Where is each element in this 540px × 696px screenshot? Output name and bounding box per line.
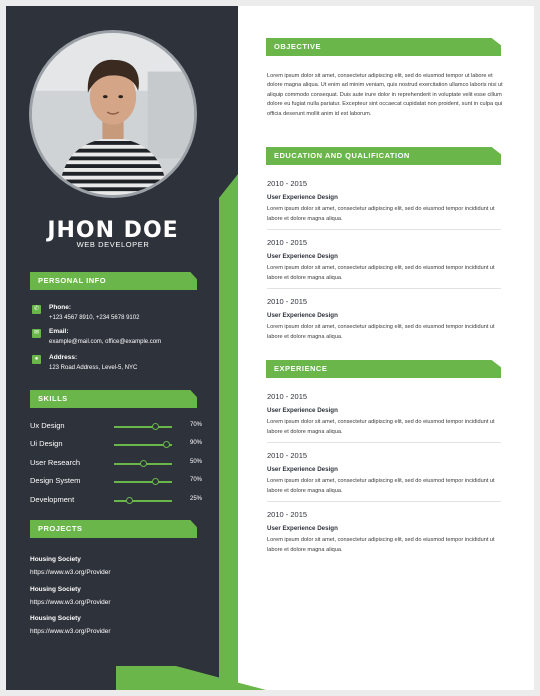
- skill-bar: [114, 497, 172, 504]
- entry-description: Lorem ipsum dolor sit amet, consectetur …: [267, 537, 495, 553]
- entry-description: Lorem ipsum dolor sit amet, consectetur …: [267, 419, 495, 435]
- experience-heading: EXPERIENCE: [266, 360, 501, 378]
- skill-row: Development 25%: [30, 495, 202, 507]
- skill-percent: 70%: [189, 477, 202, 483]
- entry-title: User Experience Design: [267, 466, 338, 473]
- info-label: Phone:: [49, 304, 72, 311]
- skills-heading: SKILLS: [30, 390, 197, 408]
- info-value: example@mail.com, office@example.com: [49, 339, 162, 345]
- education-entry: 2010 - 2015 User Experience Design Lorem…: [267, 179, 501, 224]
- experience-entry: 2010 - 2015 User Experience Design Lorem…: [267, 451, 501, 496]
- project-title: Housing Society: [30, 586, 81, 593]
- entry-title: User Experience Design: [267, 525, 338, 532]
- skill-level-knob: [163, 441, 171, 448]
- sidebar-accent-cap: [219, 174, 238, 198]
- profile-photo: [29, 30, 197, 198]
- skill-name: Design System: [30, 476, 81, 485]
- entry-years: 2010 - 2015: [267, 179, 308, 188]
- skill-bar: [114, 441, 172, 448]
- candidate-role: WEB DEVELOPER: [76, 240, 150, 249]
- project-item: Housing Society https://www.w3.org/Provi…: [30, 556, 200, 576]
- project-title: Housing Society: [30, 556, 81, 563]
- skill-name: Ui Design: [30, 439, 63, 448]
- project-link[interactable]: https://www.w3.org/Provider: [30, 599, 200, 606]
- entry-years: 2010 - 2015: [267, 392, 308, 401]
- skill-level-knob: [140, 460, 147, 467]
- education-heading: EDUCATION AND QUALIFICATION: [266, 147, 501, 165]
- info-label: Email:: [49, 328, 69, 335]
- divider: [267, 229, 501, 230]
- projects-heading: PROJECTS: [30, 520, 197, 538]
- entry-description: Lorem ipsum dolor sit amet, consectetur …: [267, 478, 495, 494]
- skill-row: Design System 70%: [30, 476, 202, 488]
- project-link[interactable]: https://www.w3.org/Provider: [30, 569, 200, 576]
- skill-row: User Research 50%: [30, 458, 202, 470]
- divider: [267, 442, 501, 443]
- phone-icon: ✆: [32, 305, 41, 314]
- experience-entry: 2010 - 2015 User Experience Design Lorem…: [267, 392, 501, 437]
- info-value: 123 Road Address, Level-5, NYC: [49, 365, 138, 371]
- skill-name: Development: [30, 495, 75, 504]
- experience-entry: 2010 - 2015 User Experience Design Lorem…: [267, 510, 501, 555]
- skill-row: Ux Design 70%: [30, 421, 202, 433]
- project-link[interactable]: https://www.w3.org/Provider: [30, 628, 200, 635]
- skill-bar: [114, 478, 172, 485]
- skill-level-knob: [125, 497, 133, 504]
- entry-description: Lorem ipsum dolor sit amet, consectetur …: [267, 206, 495, 222]
- entry-title: User Experience Design: [267, 253, 338, 260]
- info-label: Address:: [49, 354, 78, 361]
- resume-page: JHON DOE WEB DEVELOPER PERSONAL INFO ✆ P…: [6, 6, 534, 690]
- skill-name: User Research: [30, 458, 81, 467]
- skill-bar: [114, 423, 172, 430]
- entry-title: User Experience Design: [267, 407, 338, 414]
- skill-row: Ui Design 90%: [30, 439, 202, 451]
- divider: [267, 288, 501, 289]
- entry-description: Lorem ipsum dolor sit amet, consectetur …: [267, 265, 495, 281]
- entry-years: 2010 - 2015: [267, 297, 308, 306]
- personal-info-heading: PERSONAL INFO: [30, 272, 197, 290]
- skill-percent: 70%: [189, 422, 202, 428]
- project-item: Housing Society https://www.w3.org/Provi…: [30, 586, 200, 606]
- profile-photo-illustration: [32, 33, 194, 195]
- divider: [267, 501, 501, 502]
- education-entry: 2010 - 2015 User Experience Design Lorem…: [267, 297, 501, 342]
- entry-years: 2010 - 2015: [267, 510, 308, 519]
- skill-percent: 25%: [189, 496, 202, 502]
- skill-percent: 50%: [189, 459, 202, 465]
- entry-title: User Experience Design: [267, 194, 338, 201]
- skill-percent: 90%: [189, 440, 202, 446]
- skill-level-knob: [151, 423, 159, 430]
- entry-years: 2010 - 2015: [267, 451, 308, 460]
- project-item: Housing Society https://www.w3.org/Provi…: [30, 615, 200, 635]
- sidebar-accent-strip: [219, 198, 238, 690]
- skill-name: Ux Design: [30, 421, 65, 430]
- skill-level-knob: [151, 478, 159, 485]
- email-icon: ✉: [32, 329, 41, 338]
- entry-title: User Experience Design: [267, 312, 338, 319]
- entry-description: Lorem ipsum dolor sit amet, consectetur …: [267, 324, 495, 340]
- skill-bar: [114, 460, 172, 467]
- entry-years: 2010 - 2015: [267, 238, 308, 247]
- location-icon: ●: [32, 355, 41, 364]
- objective-heading: OBJECTIVE: [266, 38, 501, 56]
- objective-text: Lorem ipsum dolor sit amet, consectetur …: [267, 73, 503, 117]
- education-entry: 2010 - 2015 User Experience Design Lorem…: [267, 238, 501, 283]
- project-title: Housing Society: [30, 615, 81, 622]
- info-value: +123 4567 8910, +234 5678 9102: [49, 315, 140, 321]
